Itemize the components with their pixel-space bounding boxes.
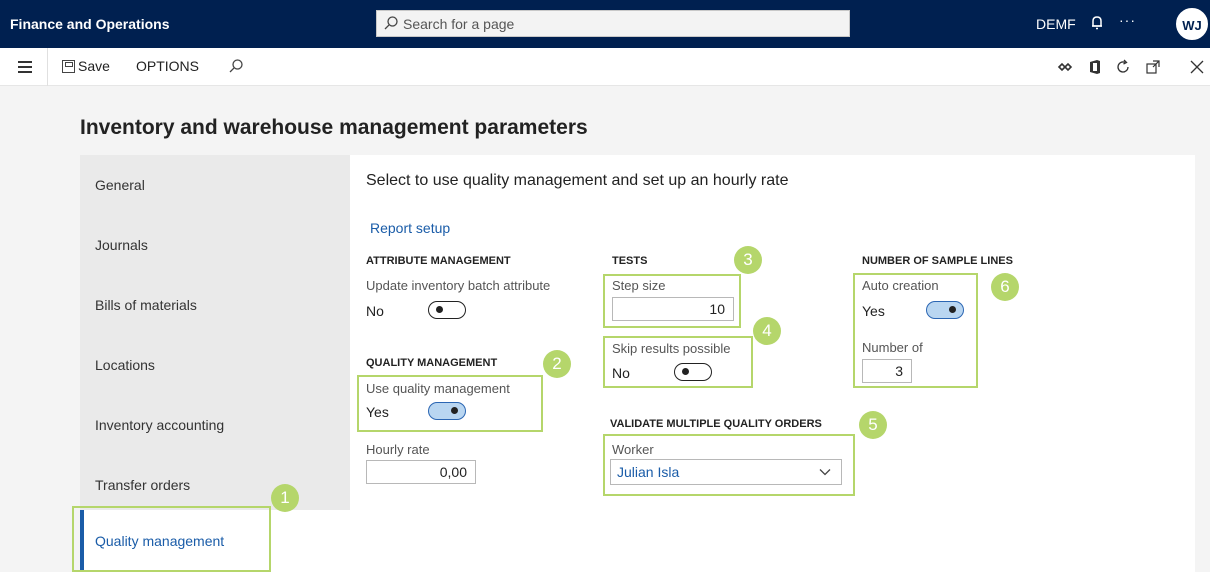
- save-button[interactable]: Save: [62, 58, 110, 74]
- callout-badge-5: 5: [859, 411, 887, 439]
- sample-lines-header: NUMBER OF SAMPLE LINES: [862, 255, 1013, 267]
- callout-box-3: [603, 274, 741, 328]
- office-icon[interactable]: [1086, 58, 1104, 76]
- action-pane: Save OPTIONS: [0, 48, 1210, 86]
- hourly-rate-label: Hourly rate: [366, 442, 430, 457]
- callout-badge-1: 1: [271, 484, 299, 512]
- quality-management-header: QUALITY MANAGEMENT: [366, 357, 498, 369]
- avatar-initials: WJ: [1182, 18, 1202, 33]
- popout-icon[interactable]: [1144, 58, 1162, 76]
- nav-item-bills-of-materials[interactable]: Bills of materials: [80, 275, 350, 335]
- search-icon[interactable]: [228, 58, 244, 74]
- callout-box-1: [72, 506, 271, 572]
- callout-badge-2: 2: [543, 350, 571, 378]
- search-icon: [384, 16, 398, 30]
- search-placeholder: Search for a page: [403, 16, 515, 32]
- save-label: Save: [78, 58, 110, 74]
- callout-box-2: [357, 375, 543, 432]
- update-batch-attribute-label: Update inventory batch attribute: [366, 278, 551, 293]
- hourly-rate-input[interactable]: 0,00: [366, 460, 476, 484]
- callout-badge-6: 6: [991, 273, 1019, 301]
- save-icon: [62, 60, 75, 73]
- validate-quality-orders-header: VALIDATE MULTIPLE QUALITY ORDERS: [610, 418, 822, 430]
- nav-item-inventory-accounting[interactable]: Inventory accounting: [80, 395, 350, 455]
- content-title: Select to use quality management and set…: [366, 172, 789, 189]
- callout-badge-3: 3: [734, 246, 762, 274]
- callout-box-6: [853, 273, 978, 388]
- search-input[interactable]: Search for a page: [376, 10, 850, 37]
- close-icon[interactable]: [1188, 58, 1206, 76]
- callout-box-4: [603, 336, 753, 388]
- options-button[interactable]: OPTIONS: [136, 58, 199, 74]
- update-batch-attribute-value: No: [366, 303, 384, 319]
- attribute-management-header: ATTRIBUTE MANAGEMENT: [366, 255, 511, 267]
- callout-box-5: [603, 434, 855, 496]
- hamburger-icon[interactable]: [0, 48, 48, 86]
- report-setup-link[interactable]: Report setup: [370, 220, 450, 236]
- nav-item-general[interactable]: General: [80, 155, 350, 215]
- nav-item-locations[interactable]: Locations: [80, 335, 350, 395]
- diamond-link-icon[interactable]: [1056, 58, 1074, 76]
- more-options-icon[interactable]: ···: [1119, 12, 1136, 28]
- bell-icon[interactable]: [1089, 15, 1105, 31]
- tests-header: TESTS: [612, 255, 648, 267]
- app-title[interactable]: Finance and Operations: [10, 16, 169, 32]
- refresh-icon[interactable]: [1114, 58, 1132, 76]
- avatar[interactable]: WJ: [1176, 8, 1208, 40]
- company-selector[interactable]: DEMF: [1036, 16, 1076, 32]
- top-nav-bar: Finance and Operations Search for a page…: [0, 0, 1210, 48]
- nav-item-journals[interactable]: Journals: [80, 215, 350, 275]
- update-batch-attribute-toggle[interactable]: [428, 301, 466, 319]
- callout-badge-4: 4: [753, 317, 781, 345]
- page-title: Inventory and warehouse management param…: [80, 116, 588, 139]
